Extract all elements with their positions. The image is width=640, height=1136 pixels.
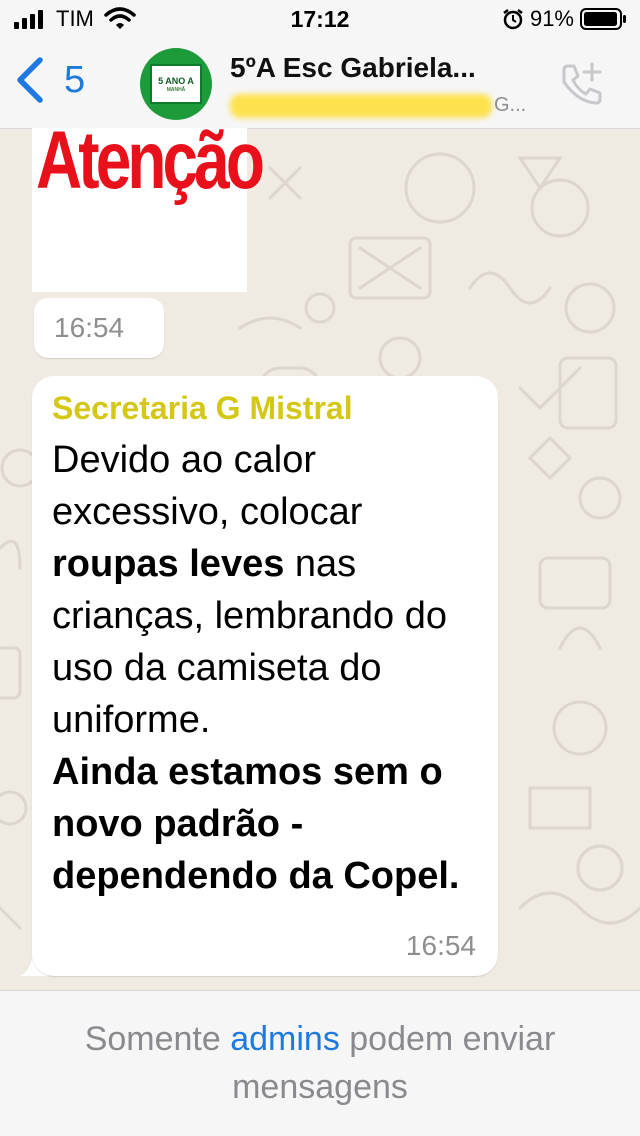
battery-percent: 91%: [529, 6, 574, 31]
image-message-time: 16:54: [54, 312, 125, 343]
alarm-icon: [503, 9, 523, 30]
avatar-subtext: MANHÃ: [166, 87, 186, 93]
message-body-part: Devido ao calor excessivo, colocar: [52, 439, 363, 533]
group-avatar[interactable]: 5 ANO A MANHÃ: [140, 48, 212, 120]
message-body-bold: roupas leves: [52, 543, 285, 585]
message-body-bold: Ainda estamos sem o novo padrão - depend…: [52, 751, 460, 897]
chevron-left-icon: [17, 57, 43, 103]
chat-subtitle[interactable]: G...: [230, 94, 526, 120]
back-button[interactable]: 5: [14, 52, 85, 108]
image-text: Atenção: [36, 115, 265, 206]
chat-title[interactable]: 5ºA Esc Gabriela...: [230, 52, 476, 84]
message-body: Devido ao calor excessivo, colocar roupa…: [52, 434, 482, 902]
footer-text: Somente admins podem enviar mensagens: [20, 1015, 620, 1111]
admins-only-footer: Somente admins podem enviar mensagens: [0, 990, 640, 1136]
status-right: 91%: [502, 6, 628, 32]
add-call-icon[interactable]: [556, 60, 604, 108]
message-time: 16:54: [405, 930, 476, 961]
battery-icon: [580, 8, 626, 30]
subtitle-suffix: G...: [494, 94, 527, 116]
admins-link[interactable]: admins: [230, 1020, 340, 1058]
image-message[interactable]: Atenção: [32, 115, 265, 292]
image-message-time-bubble: 16:54: [34, 298, 164, 358]
avatar-text: 5 ANO A: [158, 76, 194, 86]
text-message[interactable]: Secretaria G Mistral Devido ao calor exc…: [32, 376, 498, 976]
unread-count: 5: [64, 58, 86, 101]
status-bar: TIM 17:12 91%: [0, 0, 640, 40]
avatar-badge: 5 ANO A MANHÃ: [150, 64, 202, 104]
redacted-participants: [230, 94, 492, 118]
message-sender[interactable]: Secretaria G Mistral: [52, 390, 353, 427]
whatsapp-chat-screen: TIM 17:12 91% 5 5 ANO A MANHÃ 5ºA Esc Ga…: [0, 0, 640, 1136]
footer-text-before: Somente: [84, 1020, 231, 1058]
